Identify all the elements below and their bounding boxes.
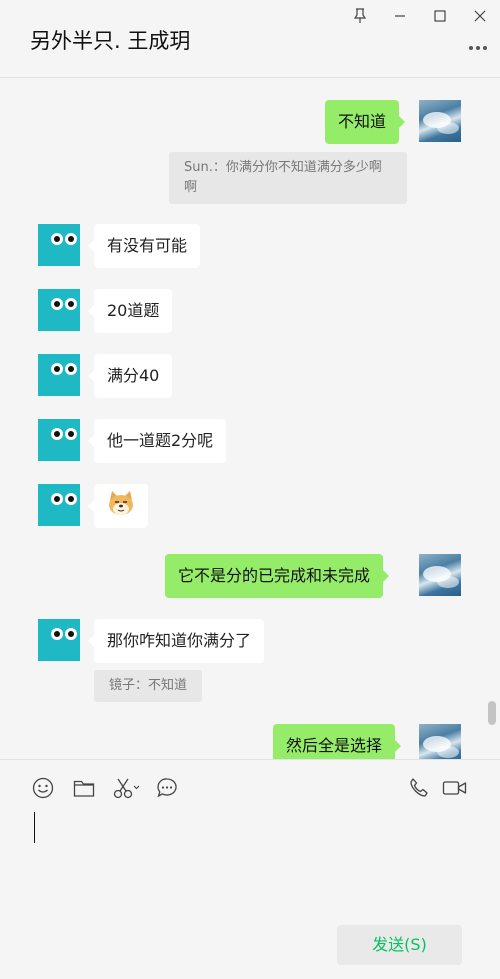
message-bubble-incoming[interactable]: 满分40 bbox=[87, 354, 173, 398]
contact-avatar[interactable] bbox=[38, 619, 80, 661]
pin-icon bbox=[353, 8, 367, 23]
chat-history[interactable]: 不知道 Sun.：你满分你不知道满分多少啊啊 有没有可能 20道题 满分40 他… bbox=[0, 79, 500, 759]
more-button[interactable] bbox=[466, 38, 490, 58]
contact-avatar[interactable] bbox=[38, 484, 80, 526]
title-bar: 另外半只. 王成玥 bbox=[0, 0, 500, 78]
message-bubble-outgoing[interactable]: 它不是分的已完成和未完成 bbox=[165, 554, 390, 598]
maximize-button[interactable] bbox=[420, 0, 460, 32]
video-icon bbox=[442, 781, 467, 795]
my-avatar[interactable] bbox=[419, 724, 461, 759]
chat-title: 另外半只. 王成玥 bbox=[30, 29, 191, 53]
message-bubble-incoming[interactable]: 有没有可能 bbox=[87, 224, 201, 268]
voice-call-button[interactable] bbox=[407, 776, 431, 800]
my-avatar[interactable] bbox=[419, 100, 461, 142]
minimize-icon bbox=[395, 15, 405, 17]
message-bubble-outgoing[interactable]: 不知道 bbox=[325, 100, 406, 144]
input-area: 发送(S) bbox=[0, 759, 500, 979]
message-bubble-outgoing[interactable]: 然后全是选择 bbox=[273, 724, 402, 759]
folder-icon bbox=[73, 780, 95, 797]
quoted-message: Sun.：你满分你不知道满分多少啊啊 bbox=[169, 152, 407, 204]
minimize-button[interactable] bbox=[380, 0, 420, 32]
chat-bubble-icon bbox=[157, 778, 177, 798]
quoted-message: 镜子：不知道 bbox=[94, 670, 203, 702]
more-icon bbox=[469, 46, 487, 50]
contact-avatar[interactable] bbox=[38, 419, 80, 461]
message-bubble-incoming[interactable]: 20道题 bbox=[87, 289, 173, 333]
close-button[interactable] bbox=[460, 0, 500, 32]
contact-avatar[interactable] bbox=[38, 289, 80, 331]
screenshot-button[interactable] bbox=[112, 776, 142, 800]
maximize-icon bbox=[434, 10, 446, 22]
message-bubble-incoming[interactable]: 他一道题2分呢 bbox=[87, 419, 227, 463]
chat-history-button[interactable] bbox=[155, 776, 179, 800]
close-icon bbox=[474, 10, 486, 22]
contact-avatar[interactable] bbox=[38, 354, 80, 396]
message-bubble-emoji[interactable] bbox=[88, 484, 148, 528]
phone-icon bbox=[410, 778, 428, 797]
send-button[interactable]: 发送(S) bbox=[337, 925, 462, 965]
message-bubble-incoming[interactable]: 那你咋知道你满分了 bbox=[87, 619, 265, 663]
emoji-icon bbox=[32, 777, 54, 799]
chat-scrollbar[interactable] bbox=[488, 701, 496, 725]
pin-button[interactable] bbox=[340, 0, 380, 32]
contact-avatar[interactable] bbox=[38, 224, 80, 266]
message-input[interactable] bbox=[20, 808, 480, 913]
emoji-button[interactable] bbox=[31, 776, 55, 800]
video-call-button[interactable] bbox=[442, 776, 468, 800]
dog-emoji-icon bbox=[107, 489, 135, 515]
my-avatar[interactable] bbox=[419, 554, 461, 596]
file-button[interactable] bbox=[72, 776, 96, 800]
input-toolbar bbox=[0, 776, 500, 802]
scissors-icon bbox=[113, 778, 140, 799]
window-controls bbox=[340, 0, 500, 32]
